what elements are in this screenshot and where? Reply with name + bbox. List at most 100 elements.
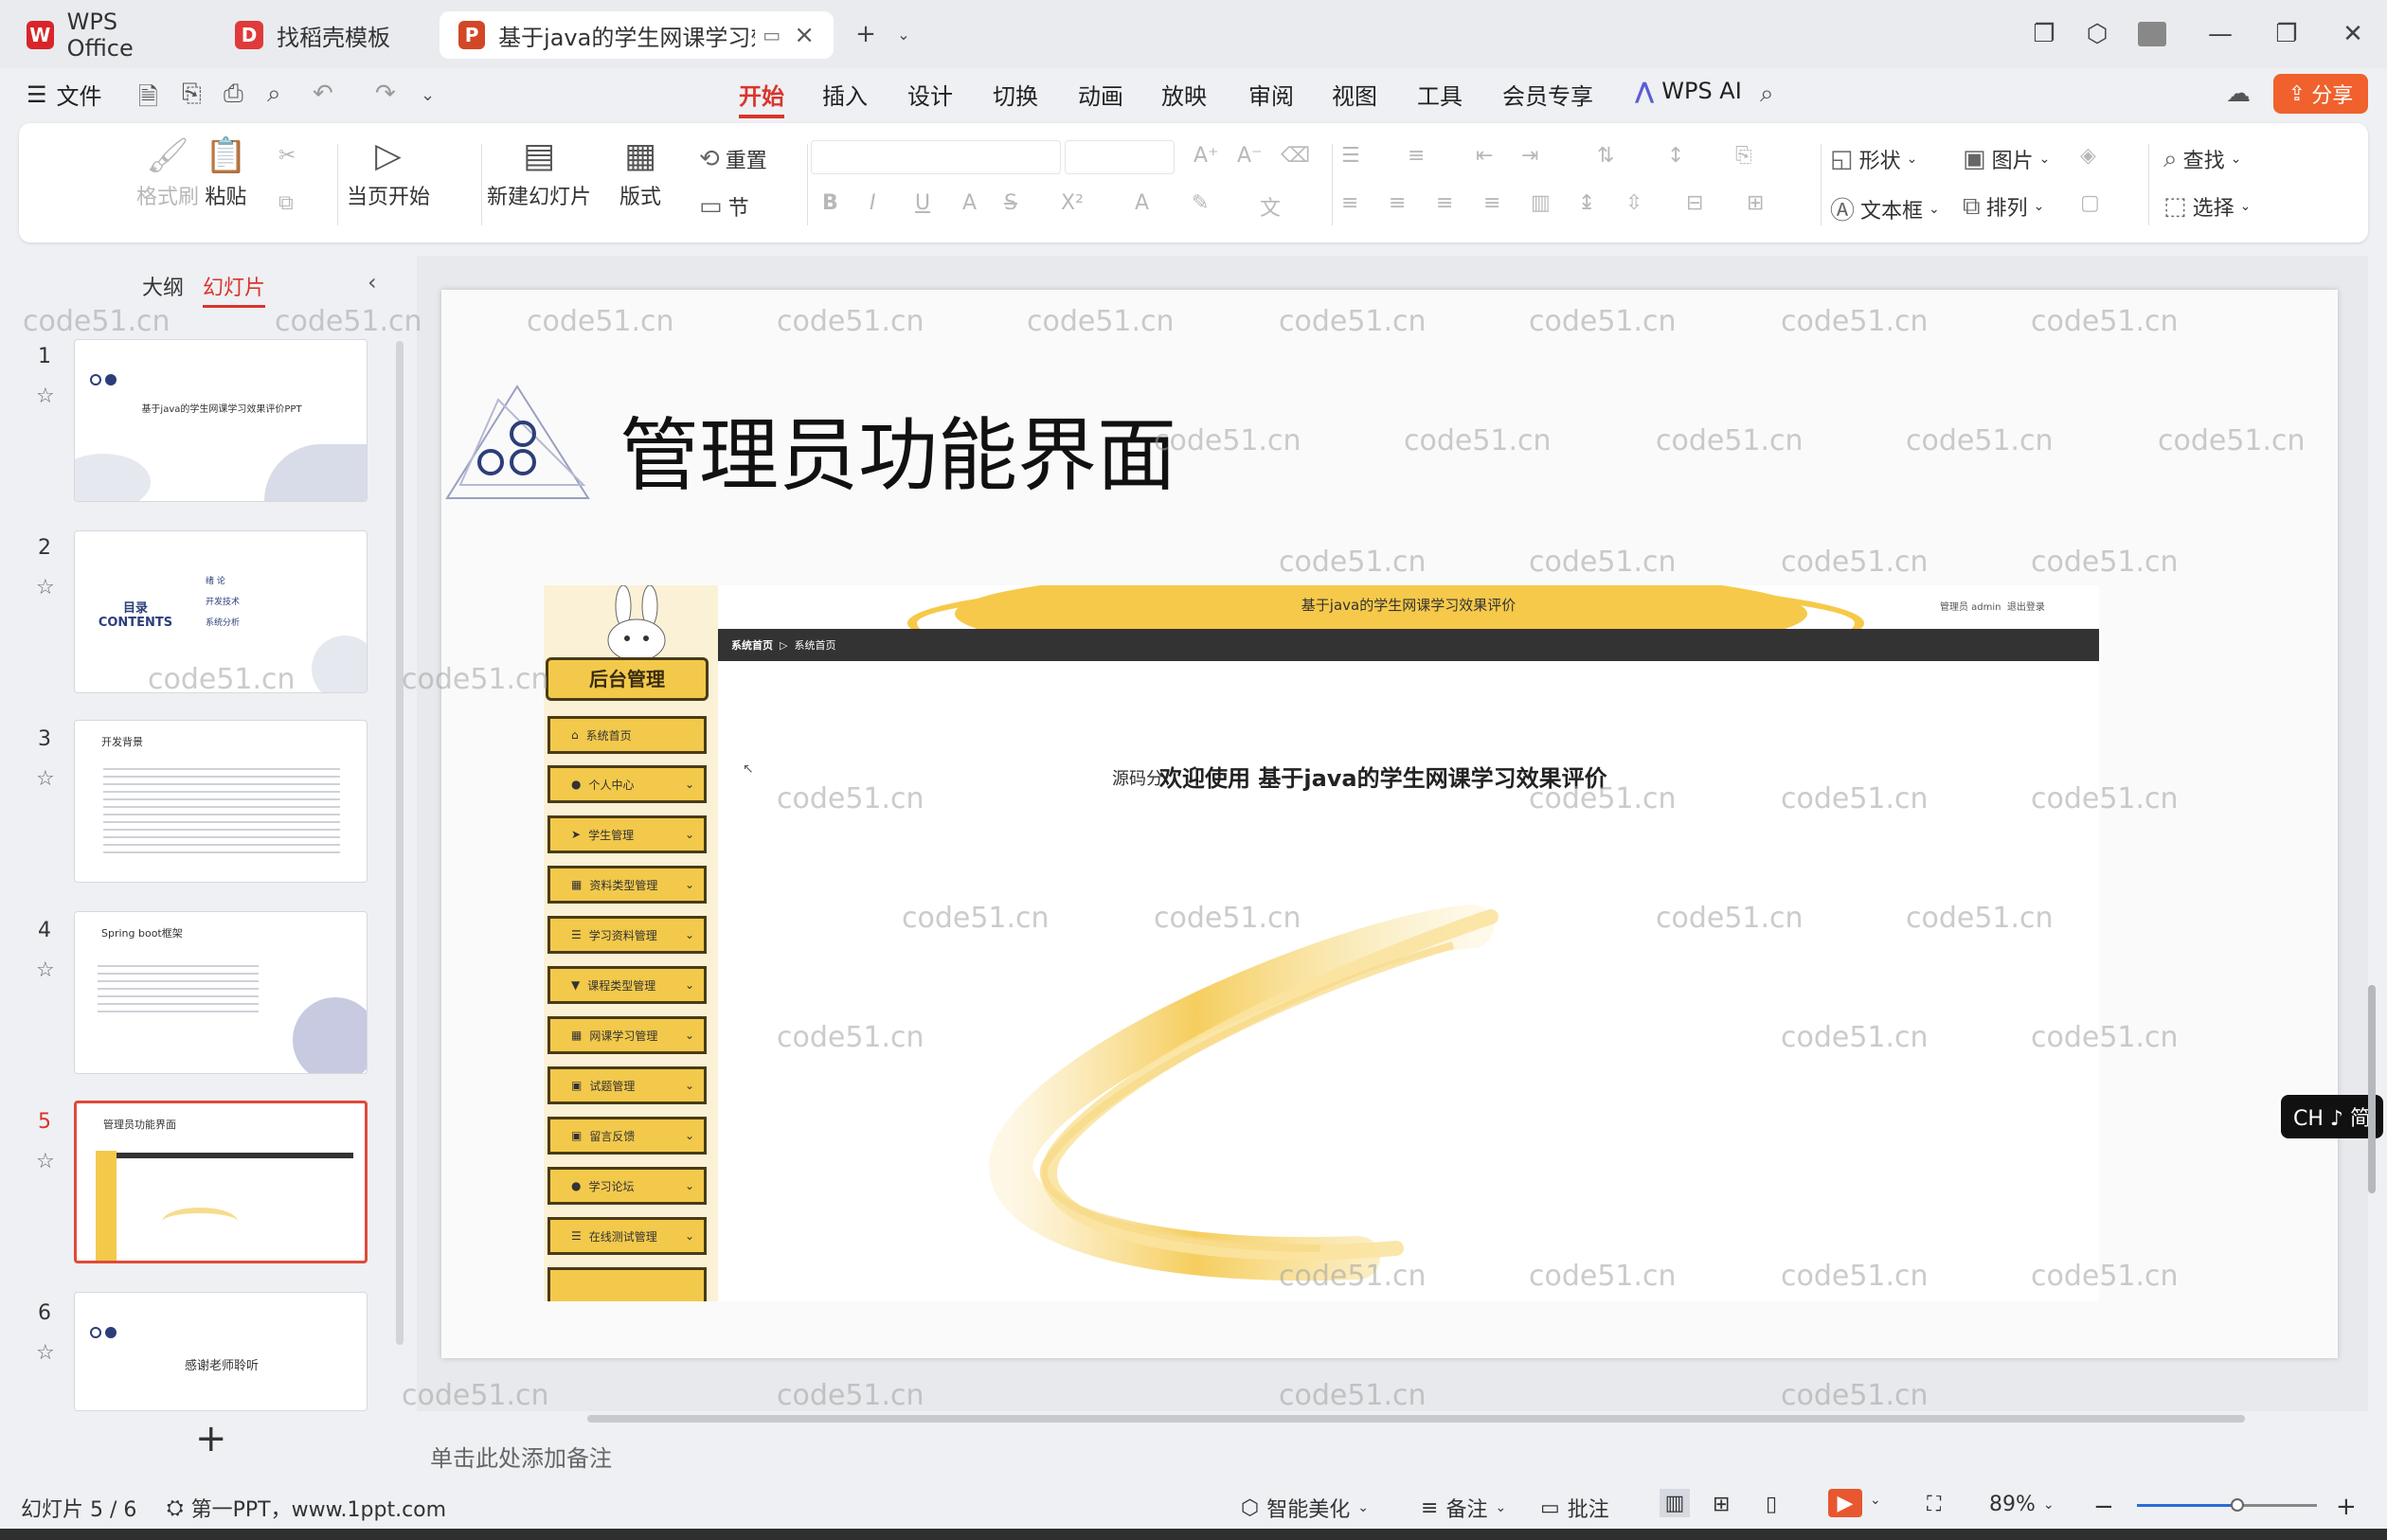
new-tab-button[interactable]: + (845, 13, 887, 55)
textbox-button[interactable]: Ⓐ 文本框 ⌄ (1830, 191, 1940, 226)
star-icon[interactable]: ☆ (36, 1341, 55, 1365)
font-color-icon[interactable]: A (1135, 191, 1149, 215)
tab-animation[interactable]: 动画 (1078, 78, 1123, 111)
print-icon[interactable]: ⎙ (224, 80, 243, 109)
shadow-icon[interactable]: A (962, 191, 977, 215)
save-icon[interactable]: 🗎 (138, 80, 158, 121)
collapse-panel-icon[interactable]: ‹ (368, 269, 377, 295)
star-icon[interactable]: ☆ (36, 767, 55, 791)
phonetic-icon[interactable]: 文 (1260, 191, 1281, 222)
cloud-icon[interactable]: ☁ (2226, 80, 2251, 108)
panel-scrollbar[interactable] (396, 341, 404, 1345)
italic-icon[interactable]: I (870, 191, 876, 215)
align-center-icon[interactable]: ≡ (1389, 191, 1406, 215)
slideshow-chevron-icon[interactable]: ⌄ (1870, 1493, 1881, 1508)
admin-screenshot-image[interactable]: 后台管理 ⌂ 系统首页 ● 个人中心 ⌄ ➤ 学生管理 ⌄ ▦ 资料类型管理 ⌄ ☰ 学习资料管… (544, 585, 2099, 1301)
sort-icon[interactable]: ↕ (1667, 144, 1684, 168)
scrollbar-thumb[interactable] (587, 1415, 2245, 1423)
cube-icon[interactable]: ⬡ (2076, 13, 2118, 55)
superscript-icon[interactable]: X² (1061, 191, 1084, 215)
text-align-icon[interactable]: ⊟ (1686, 191, 1703, 215)
smartart-icon[interactable]: ⊞ (1747, 191, 1764, 215)
slide-sorter-icon[interactable]: ⊞ (1713, 1493, 1730, 1516)
tab-transition[interactable]: 切换 (993, 78, 1038, 111)
shape-button[interactable]: ◱ 形状 ⌄ (1830, 144, 1917, 174)
quick-access-chevron-icon[interactable]: ⌄ (421, 85, 435, 105)
undo-icon[interactable]: ↶ (313, 80, 333, 108)
zoom-level[interactable]: 89% ⌄ (1989, 1493, 2055, 1516)
tab-wps-office[interactable]: W WPS Office (8, 9, 205, 62)
fill-color-icon[interactable]: ◈ (2080, 144, 2096, 168)
tab-view[interactable]: 视图 (1332, 78, 1377, 111)
wps-ai-button[interactable]: ⋀ WPS AI (1635, 78, 1742, 104)
tab-outline[interactable]: 大纲 (142, 271, 184, 301)
scrollbar-thumb[interactable] (2368, 985, 2376, 1193)
font-family-select[interactable] (811, 140, 1061, 174)
strikethrough-icon[interactable]: S (1004, 191, 1017, 215)
slide-thumbnail-5[interactable]: 管理员功能界面 (74, 1101, 368, 1263)
star-icon[interactable]: ☆ (36, 385, 55, 408)
columns-icon[interactable]: ▥ (1531, 191, 1551, 215)
theme-indicator[interactable]: ⛭ 第一PPT，www.1ppt.com (167, 1493, 446, 1523)
search-icon[interactable]: ⌕ (1760, 80, 1774, 109)
justify-icon[interactable]: ≡ (1483, 191, 1500, 215)
increase-font-icon[interactable]: A⁺ (1194, 144, 1219, 168)
numbered-list-icon[interactable]: ≡ (1408, 144, 1425, 168)
new-slide-button[interactable]: ▤ 新建幻灯片 (487, 133, 591, 210)
slide-thumbnail-4[interactable]: Spring boot框架 (74, 911, 368, 1074)
notes-toggle-button[interactable]: ≡ 备注 ⌄ (1421, 1493, 1506, 1523)
reset-button[interactable]: ⟲ 重置 (699, 144, 767, 174)
tab-insert[interactable]: 插入 (822, 78, 868, 111)
star-icon[interactable]: ☆ (36, 1150, 55, 1173)
avatar[interactable] (2131, 13, 2173, 55)
minimize-icon[interactable]: — (2199, 13, 2241, 55)
smart-beautify-button[interactable]: ⬡ 智能美化 ⌄ (1241, 1493, 1369, 1523)
tab-tools[interactable]: 工具 (1417, 78, 1463, 111)
normal-view-icon[interactable]: ▥ (1660, 1489, 1690, 1517)
outline-color-icon[interactable]: ▢ (2080, 191, 2100, 215)
text-direction-icon[interactable]: ⇅ (1597, 144, 1614, 168)
tab-home[interactable]: 开始 (739, 78, 784, 118)
star-icon[interactable]: ☆ (36, 576, 55, 600)
slide-title[interactable]: 管理员功能界面 (619, 392, 1176, 507)
arrange-button[interactable]: ⧉ 排列 ⌄ (1963, 191, 2044, 222)
font-size-select[interactable] (1065, 140, 1175, 174)
file-menu[interactable]: ☰ 文件 (27, 78, 102, 111)
select-button[interactable]: ⬚ 选择 ⌄ (2163, 191, 2251, 222)
section-button[interactable]: ▭ 节 (699, 191, 749, 222)
maximize-icon[interactable]: ❐ (2266, 13, 2307, 55)
close-tab-icon[interactable]: × (794, 21, 815, 49)
horizontal-scrollbar[interactable] (436, 1413, 2349, 1424)
bullet-list-icon[interactable]: ☰ (1341, 144, 1360, 168)
tab-list-chevron-icon[interactable]: ⌄ (883, 13, 924, 55)
vertical-scrollbar[interactable] (2366, 256, 2379, 1421)
bold-icon[interactable]: B (822, 191, 838, 215)
decrease-indent-icon[interactable]: ⇤ (1476, 144, 1493, 168)
redo-icon[interactable]: ↷ (375, 80, 396, 108)
notes-area[interactable]: 单击此处添加备注 (417, 1426, 2387, 1479)
align-right-icon[interactable]: ≡ (1436, 191, 1453, 215)
slideshow-play-icon[interactable]: ▶ (1828, 1489, 1862, 1517)
paste-button[interactable]: 📋 粘贴 (205, 133, 247, 210)
line-spacing-icon[interactable]: ↨ (1578, 191, 1595, 215)
paragraph-spacing-icon[interactable]: ⇳ (1625, 191, 1642, 215)
find-button[interactable]: ⌕ 查找 ⌄ (2163, 144, 2241, 174)
clear-format-icon[interactable]: ⌫ (1281, 144, 1310, 168)
slide-thumbnail-3[interactable]: 开发背景 (74, 720, 368, 883)
slide-thumbnail-2[interactable]: 目录 CONTENTS 绪 论开发技术 系统分析 (74, 530, 368, 693)
decrease-font-icon[interactable]: A⁻ (1237, 144, 1263, 168)
share-button[interactable]: ⇪ 分享 (2273, 74, 2368, 114)
tab-document[interactable]: P 基于java的学生网课学习效果评价 ▭ × (440, 11, 834, 59)
layout-button[interactable]: ▦ 版式 (619, 133, 661, 210)
slide-thumbnail-1[interactable]: 基于java的学生网课学习效果评价PPT (74, 339, 368, 502)
export-icon[interactable]: ⎘ (182, 80, 202, 109)
window-layout-icon[interactable]: ❐ (2023, 13, 2065, 55)
slide-thumbnail-6[interactable]: 感谢老师聆听 (74, 1292, 368, 1411)
copy-icon[interactable]: ⧉ (278, 191, 294, 215)
star-icon[interactable]: ☆ (36, 958, 55, 982)
zoom-out-icon[interactable]: − (2093, 1493, 2114, 1521)
reading-view-icon[interactable]: ▯ (1766, 1493, 1777, 1516)
zoom-slider-knob[interactable] (2231, 1498, 2245, 1512)
zoom-slider[interactable] (2137, 1498, 2317, 1512)
print-preview-icon[interactable]: ⌕ (267, 80, 281, 109)
